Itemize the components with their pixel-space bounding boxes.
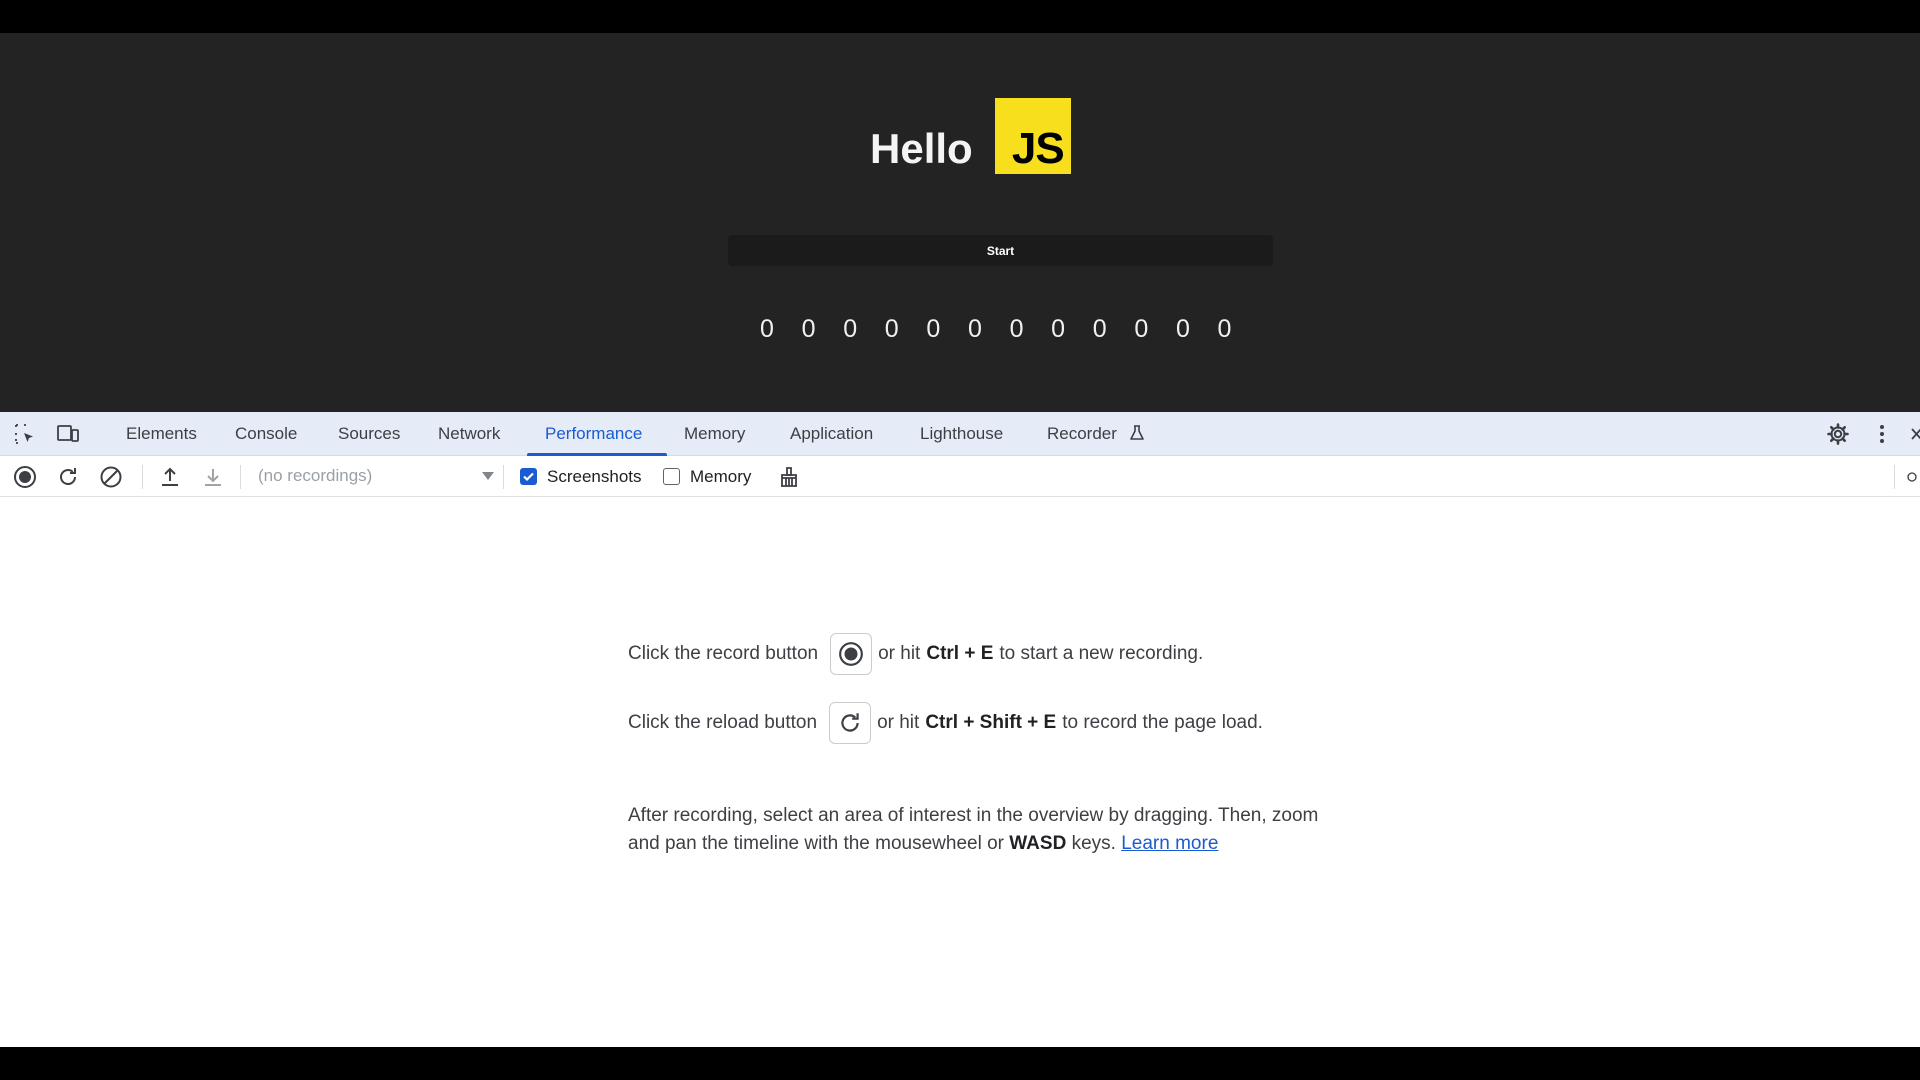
- tab-lighthouse[interactable]: Lighthouse: [920, 412, 1003, 456]
- memory-label[interactable]: Memory: [690, 456, 751, 497]
- digit: 0: [1217, 315, 1232, 343]
- dropdown-arrow-icon: [482, 472, 494, 480]
- tab-recorder[interactable]: Recorder: [1047, 412, 1146, 456]
- digit: 0: [1009, 315, 1024, 343]
- tab-performance[interactable]: Performance: [545, 412, 642, 456]
- capture-settings-button[interactable]: [776, 464, 802, 490]
- recordings-dropdown-value: (no recordings): [258, 466, 373, 485]
- screenshots-label[interactable]: Screenshots: [547, 456, 642, 497]
- device-toolbar-icon[interactable]: [56, 422, 80, 446]
- flask-icon: [1129, 425, 1144, 440]
- screenshots-checkbox[interactable]: [520, 468, 537, 485]
- record-icon: [839, 642, 864, 666]
- digit: 0: [884, 315, 899, 343]
- hello-heading: Hello JS: [870, 98, 1071, 174]
- digit: 0: [801, 315, 816, 343]
- reload-icon: [841, 713, 859, 732]
- learn-more-link[interactable]: Learn more: [1121, 833, 1218, 854]
- digit: 0: [760, 315, 774, 343]
- reload-icon: [60, 468, 76, 485]
- performance-toolbar: (no recordings) Screenshots Memory: [0, 456, 1920, 497]
- digit: 0: [967, 315, 982, 343]
- reload-record-button[interactable]: [55, 464, 81, 490]
- tab-sources[interactable]: Sources: [338, 412, 400, 456]
- broom-icon: [781, 467, 797, 487]
- help-paragraph: After recording, select an area of inter…: [628, 802, 1328, 858]
- devtools-panel: Elements Console Sources Network Perform…: [0, 412, 1920, 1047]
- memory-checkbox[interactable]: [663, 468, 680, 485]
- tab-console[interactable]: Console: [235, 412, 297, 456]
- reload-help-or-hit: or hit: [877, 712, 920, 733]
- top-black-bar: [0, 0, 1920, 33]
- tab-application[interactable]: Application: [790, 412, 873, 456]
- hello-text: Hello: [870, 125, 973, 172]
- reload-help-suffix: to record the page load.: [1062, 712, 1263, 733]
- settings-gear-icon[interactable]: [1826, 422, 1850, 446]
- record-help-or-hit: or hit: [878, 643, 921, 664]
- more-options-icon[interactable]: [1870, 422, 1894, 446]
- digit-row: 0 0 0 0 0 0 0 0 0 0 0 0: [760, 315, 1259, 344]
- toolbar-divider: [240, 465, 241, 489]
- digit: 0: [1051, 315, 1066, 343]
- reload-help-prefix: Click the reload button: [628, 712, 818, 733]
- record-help-prefix: Click the record button: [628, 643, 819, 664]
- wasd-keys: WASD: [1009, 833, 1067, 854]
- digit: 0: [843, 315, 858, 343]
- digit: 0: [1175, 315, 1190, 343]
- toolbar-divider: [503, 465, 504, 489]
- js-logo-text: JS: [1011, 124, 1065, 173]
- digit: 0: [926, 315, 941, 343]
- bottom-black-bar: [0, 1047, 1920, 1080]
- reload-help-line: Click the reload button or hit Ctrl + Sh…: [628, 702, 1269, 744]
- help-paragraph-keys-suffix: keys.: [1071, 833, 1116, 854]
- performance-landing: Click the record button or hit Ctrl + E …: [0, 497, 1920, 1047]
- toolbar-divider: [1894, 465, 1895, 489]
- toolbar-divider: [142, 465, 143, 489]
- digit: 0: [1092, 315, 1107, 343]
- web-page: Hello JS Start 0 0 0 0 0 0 0 0 0 0 0 0: [0, 33, 1920, 412]
- inspect-element-icon[interactable]: [13, 422, 37, 446]
- digit: 0: [1134, 315, 1149, 343]
- save-profile-button[interactable]: [200, 464, 226, 490]
- reload-shortcut: Ctrl + Shift + E: [925, 712, 1057, 733]
- record-shortcut: Ctrl + E: [926, 643, 994, 664]
- devtools-tabbar: Elements Console Sources Network Perform…: [0, 412, 1920, 456]
- checkmark-icon: [523, 472, 534, 482]
- record-button-inline[interactable]: [830, 633, 873, 675]
- record-button[interactable]: [12, 464, 38, 490]
- clear-button[interactable]: [98, 464, 124, 490]
- clear-icon: [100, 466, 122, 488]
- upload-icon: [162, 467, 178, 486]
- tab-memory[interactable]: Memory: [684, 412, 745, 456]
- record-help-suffix: to start a new recording.: [999, 643, 1204, 664]
- start-button[interactable]: Start: [728, 235, 1273, 266]
- js-logo: JS: [994, 98, 1071, 174]
- close-icon[interactable]: [1904, 422, 1920, 446]
- reload-button-inline[interactable]: [829, 702, 872, 744]
- tab-recorder-label: Recorder: [1047, 424, 1117, 443]
- record-help-line: Click the record button or hit Ctrl + E …: [628, 633, 1209, 675]
- download-icon: [205, 469, 221, 486]
- tab-elements[interactable]: Elements: [126, 412, 197, 456]
- recordings-dropdown[interactable]: (no recordings): [248, 460, 498, 492]
- load-profile-button[interactable]: [157, 464, 183, 490]
- panel-settings-icon[interactable]: [1904, 464, 1920, 490]
- tab-network[interactable]: Network: [438, 412, 500, 456]
- record-icon: [14, 466, 36, 488]
